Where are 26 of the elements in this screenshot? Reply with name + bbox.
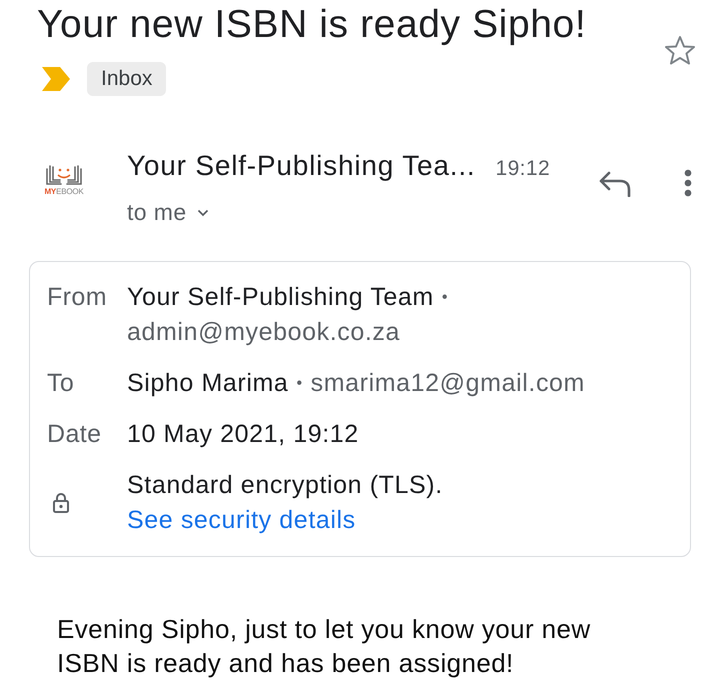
more-options-icon[interactable] [684, 169, 692, 197]
caret-icon[interactable] [196, 208, 209, 216]
separator: • [296, 374, 303, 394]
email-address: smarima12@gmail.com [310, 368, 585, 398]
label-chip[interactable]: Inbox [87, 62, 166, 96]
lock-icon [53, 492, 69, 512]
received-time: 19:12 [495, 156, 550, 182]
detail-label: To [47, 368, 74, 398]
reply-icon[interactable] [598, 171, 631, 197]
importance-marker-icon[interactable] [42, 67, 70, 91]
contact-name: Sipho Marima [127, 368, 288, 398]
message-text: Evening Sipho, just to let you know your new ISBN is ready and has been assigned! [57, 612, 592, 680]
separator: • [442, 288, 448, 308]
logo-wordmark: MYEBOOK [44, 187, 84, 197]
sender-name: Your Self-Publishing Tea... [127, 149, 476, 183]
email-address: admin@myebook.co.za [127, 316, 400, 348]
contact-name: Your Self-Publishing Team [127, 282, 434, 312]
detail-label: From [47, 282, 107, 312]
encryption-text: Standard encryption (TLS). [127, 470, 443, 500]
detail-label: Date [47, 418, 102, 450]
security-details-link[interactable]: See security details [127, 502, 356, 538]
date-value: 10 May 2021, 19:12 [127, 420, 359, 448]
recipients-summary[interactable]: to me [127, 196, 187, 226]
star-icon[interactable] [664, 35, 696, 66]
email-subject: Your new ISBN is ready Sipho! [37, 2, 586, 48]
book-smile-icon [46, 163, 82, 185]
